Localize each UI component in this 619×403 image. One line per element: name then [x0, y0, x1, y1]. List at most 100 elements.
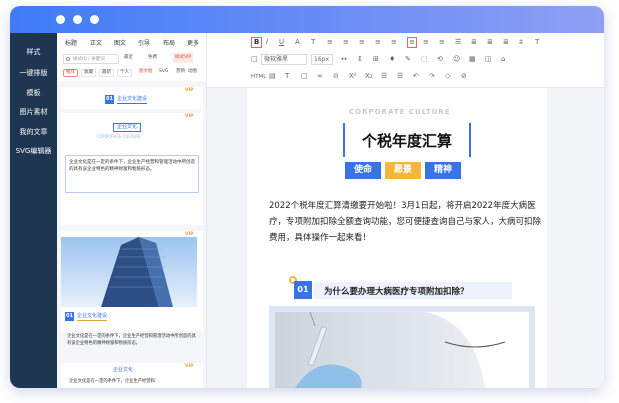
italic-button[interactable]: I	[266, 38, 268, 47]
fill-button[interactable]: ♦	[389, 55, 395, 64]
spacing-button[interactable]: ≣	[487, 38, 493, 47]
article-title: 个税年度汇算	[361, 132, 452, 150]
bold-button[interactable]: B	[251, 37, 263, 48]
frame-button[interactable]: ◫	[485, 55, 492, 64]
font-size-select[interactable]: 16px	[311, 54, 333, 65]
style-card[interactable]: VIP 01 企业文化建设	[61, 231, 203, 331]
tab-image-text[interactable]: 图文	[114, 38, 126, 47]
search-input[interactable]: 样式ID / 关键词	[63, 54, 119, 64]
vip-badge: VIP	[185, 88, 194, 93]
font-family-select[interactable]: 微软雅黑	[261, 54, 307, 65]
list-button[interactable]: ☰	[397, 72, 403, 81]
height-button[interactable]: ↕	[357, 55, 363, 64]
card-text: 企业文化是在一定的条件下，企业生产经营和管理活动中所创造的具有该企业特色的精神财…	[69, 160, 195, 172]
justify-button[interactable]: ≡	[407, 37, 417, 48]
chip-image-frame[interactable]: 图文框	[137, 69, 155, 77]
window-dot-icon[interactable]	[56, 15, 65, 24]
sidebar-item-label: 图片素材	[19, 108, 48, 116]
card-number: 01	[105, 95, 114, 104]
tab-guide[interactable]: 引导	[138, 38, 150, 47]
card-text-frame: 企业文化是在一定的条件下，企业生产经营和管理活动中所创造的具有该企业特色的精神财…	[65, 155, 199, 193]
chip-svg[interactable]: SVG	[157, 69, 170, 77]
sidebar: 样式 一键排版 模板 图片素材 我的文章 SVG编辑器	[10, 33, 57, 388]
chip-favorites[interactable]: 收藏	[81, 69, 96, 77]
tab-title[interactable]: 标题	[65, 38, 77, 47]
outdent-button[interactable]: ≡	[439, 38, 445, 47]
article-page[interactable]: CORPORATE CULTURE 个税年度汇算 使命 愿景 精神 2022个税…	[247, 88, 547, 388]
subscript-button[interactable]: X₂	[365, 72, 373, 81]
line-height-button[interactable]: ≣	[471, 38, 477, 47]
align-button[interactable]: ≡	[391, 38, 397, 47]
tab-more[interactable]: 更多	[187, 38, 199, 47]
clear-format-button[interactable]: T	[535, 38, 539, 47]
sidebar-item-label: 样式	[26, 48, 41, 56]
letter-spacing-button[interactable]: ⩲	[519, 38, 523, 47]
rotate-button[interactable]: ⟲	[437, 55, 443, 64]
photo-frame	[269, 306, 535, 388]
align-button[interactable]: ≡	[327, 38, 333, 47]
sidebar-item-my-articles[interactable]: 我的文章	[10, 127, 57, 137]
list-button[interactable]: ☰	[455, 38, 461, 47]
tag-spirit: 精神	[425, 162, 461, 179]
text-style-button[interactable]: T	[311, 38, 315, 47]
edit-button[interactable]: ✎	[405, 55, 411, 64]
font-color-button[interactable]: A	[295, 38, 300, 47]
card-text: 企业文化是在一定的条件下，企业生产经营和	[69, 379, 155, 384]
align-button[interactable]: ≡	[375, 38, 381, 47]
section-number: 01	[294, 281, 312, 299]
filter-vip[interactable]: 样式VIP	[173, 53, 194, 63]
unlink-button[interactable]: ⊝	[333, 72, 339, 81]
card-number: 01	[65, 312, 74, 321]
indent-button[interactable]: ≡	[423, 38, 429, 47]
image-button[interactable]: ▤	[269, 72, 276, 81]
window-dot-icon[interactable]	[90, 15, 99, 24]
window-dot-icon[interactable]	[73, 15, 82, 24]
sidebar-item-images[interactable]: 图片素材	[10, 107, 57, 117]
table-button[interactable]: ⊞	[373, 55, 379, 64]
html-button[interactable]: HTML	[251, 73, 266, 82]
style-card[interactable]: VIP 企业文化 企业文化是在一定的条件下，企业生产经营和	[61, 363, 203, 388]
undo-button[interactable]: ↶	[413, 72, 419, 81]
superscript-button[interactable]: X²	[349, 72, 357, 81]
chip-recommended[interactable]: 推荐	[63, 69, 78, 77]
grid-button[interactable]: ▦	[469, 55, 476, 64]
medical-photo	[275, 312, 529, 388]
emoji-button[interactable]: ☺	[453, 55, 460, 64]
panel-tabs: 标题 正文 图文 引导 布局 更多	[57, 33, 206, 51]
home-button[interactable]: ⌂	[501, 55, 505, 64]
app-window: 样式 一键排版 模板 图片素材 我的文章 SVG编辑器 标题 正文 图文 引导 …	[10, 6, 604, 388]
link-button[interactable]: ∞	[317, 72, 323, 81]
sidebar-item-label: 我的文章	[19, 128, 48, 136]
spacing-button[interactable]: ↔	[341, 55, 347, 64]
sidebar-item-svg-editor[interactable]: SVG编辑器	[10, 146, 57, 156]
paragraph-button[interactable]: ≣	[503, 38, 509, 47]
tag-mission: 使命	[345, 162, 381, 179]
format-brush-button[interactable]: □	[251, 55, 258, 64]
filter-recent[interactable]: 最近	[124, 53, 133, 63]
chip-animated[interactable]: 动图	[186, 69, 199, 77]
tab-layout[interactable]: 布局	[163, 38, 175, 47]
filter-free[interactable]: 免费	[148, 53, 157, 63]
block-button[interactable]: ⊘	[461, 72, 467, 81]
sidebar-item-templates[interactable]: 模板	[10, 88, 57, 98]
list-button[interactable]: ☰	[381, 72, 387, 81]
sidebar-item-styles[interactable]: 样式	[10, 47, 57, 57]
style-card[interactable]: VIP 企业文化 CORPORATE CULTURE 企业文化是在一定的条件下，…	[61, 113, 203, 225]
text-button[interactable]: T	[285, 72, 289, 81]
sidebar-item-one-click-layout[interactable]: 一键排版	[10, 68, 57, 78]
box-button[interactable]: □	[301, 72, 308, 81]
chip-latest[interactable]: 最新	[99, 69, 114, 77]
align-button[interactable]: ≡	[343, 38, 349, 47]
eraser-button[interactable]: ◇	[445, 72, 450, 81]
align-button[interactable]: ≡	[359, 38, 365, 47]
sidebar-item-label: SVG编辑器	[15, 147, 52, 155]
title-bar	[10, 6, 604, 33]
sidebar-item-label: 模板	[26, 89, 41, 97]
chip-personal[interactable]: 个人	[117, 69, 132, 77]
style-card[interactable]: 01 企业文化建设 VIP	[61, 87, 203, 109]
border-button[interactable]: ⬚	[421, 55, 428, 64]
section-title: 为什么要办理大病医疗专项附加扣除？	[324, 287, 469, 297]
redo-button[interactable]: ↷	[429, 72, 435, 81]
tab-body[interactable]: 正文	[90, 38, 102, 47]
underline-button[interactable]: U	[279, 38, 284, 47]
